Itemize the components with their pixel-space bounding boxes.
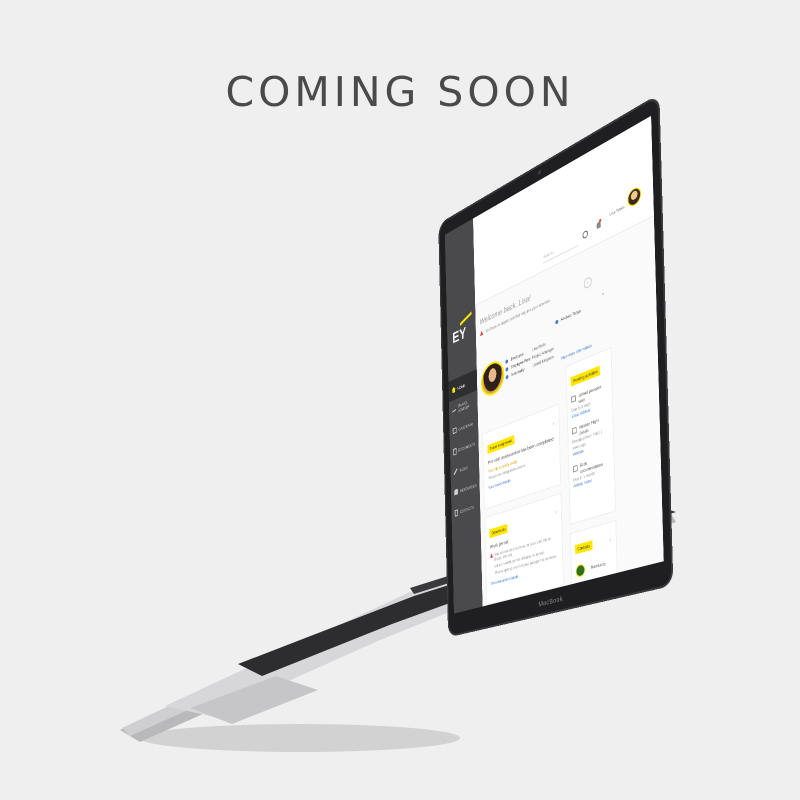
list-item: Book accommodation Due in 1 month Airbnb… bbox=[572, 453, 610, 490]
user-name[interactable]: Lisa Wells bbox=[609, 204, 624, 217]
chevron-right-icon[interactable]: › bbox=[553, 421, 555, 428]
user-icon bbox=[505, 359, 509, 365]
card-tag: Contacts bbox=[575, 540, 593, 555]
avatar[interactable] bbox=[627, 184, 642, 209]
sidebar-item-label: HOME bbox=[457, 382, 466, 391]
warning-icon bbox=[480, 330, 483, 336]
sidebar-item-label: TRAVEL ADVISER bbox=[457, 399, 470, 414]
chevron-right-icon[interactable]: › bbox=[609, 537, 611, 544]
list-item: Validate Flight Details Provided from TM… bbox=[571, 414, 609, 458]
laptop-scene: MacBook EY HOME TRAVEL ADVISER CALENDAR … bbox=[0, 0, 800, 800]
calendar-icon bbox=[452, 427, 457, 435]
home-icon bbox=[452, 386, 456, 393]
phone-icon bbox=[454, 508, 459, 517]
sidebar-item-label: RESOURCES bbox=[459, 482, 477, 493]
briefcase-icon bbox=[505, 366, 509, 372]
chevron-right-icon[interactable]: › bbox=[555, 510, 557, 517]
pin-icon bbox=[555, 318, 559, 325]
sidebar-item-label: CALENDAR bbox=[458, 421, 473, 432]
travel-assignment-card[interactable]: Travel assignment › Pre-visit assessment… bbox=[482, 403, 562, 510]
adviser-chip[interactable]: Adviser: Tonya bbox=[555, 308, 581, 325]
chevron-right-icon[interactable]: › bbox=[583, 275, 592, 290]
task-checkbox[interactable] bbox=[571, 426, 577, 435]
task-checkbox[interactable] bbox=[572, 464, 578, 473]
contact-avatar bbox=[575, 562, 586, 578]
card-tag: Documents bbox=[489, 523, 508, 539]
sidebar-item-label: TASKS bbox=[459, 464, 468, 473]
list-item: Upload passport scan Due in 3 days Email… bbox=[571, 381, 608, 420]
profile-labels: Employee Employee Role Nationality bbox=[505, 347, 530, 381]
pending-activities-card: Pending activities Upload passport scan … bbox=[565, 346, 616, 525]
sidebar-item-label: DOCUMENTS bbox=[458, 441, 476, 453]
profile-photo bbox=[480, 357, 505, 400]
ey-logo[interactable]: EY bbox=[452, 325, 466, 348]
screen: EY HOME TRAVEL ADVISER CALENDAR DOCUMENT… bbox=[444, 115, 664, 614]
notification-dot bbox=[598, 218, 602, 223]
laptop-lid: MacBook EY HOME TRAVEL ADVISER CALENDAR … bbox=[438, 93, 674, 638]
hand-icon bbox=[454, 488, 459, 496]
pen-icon bbox=[454, 468, 458, 475]
documents-card[interactable]: Documents › Work permit You are not able… bbox=[484, 492, 564, 606]
card-tag: Pending activities bbox=[570, 365, 601, 387]
globe-icon bbox=[505, 374, 509, 380]
top-bar: Search... Lisa Wells bbox=[473, 115, 654, 306]
sidebar-item-label: CONTACTS bbox=[459, 504, 475, 514]
search-input[interactable]: Search... bbox=[543, 236, 579, 264]
plane-icon bbox=[452, 407, 456, 414]
close-icon[interactable]: × bbox=[602, 291, 605, 298]
screen-stage: MacBook EY HOME TRAVEL ADVISER CALENDAR … bbox=[0, 0, 800, 800]
document-icon bbox=[453, 447, 457, 456]
adviser-label: Adviser: Tonya bbox=[560, 308, 581, 323]
search-icon[interactable] bbox=[582, 229, 589, 240]
warning-icon bbox=[490, 553, 493, 559]
profile-values: Lisa Wells Project Manager United Kingdo… bbox=[532, 337, 554, 370]
sidebar-nav: HOME TRAVEL ADVISER CALENDAR DOCUMENTS T… bbox=[448, 369, 480, 524]
task-checkbox[interactable] bbox=[571, 395, 576, 403]
